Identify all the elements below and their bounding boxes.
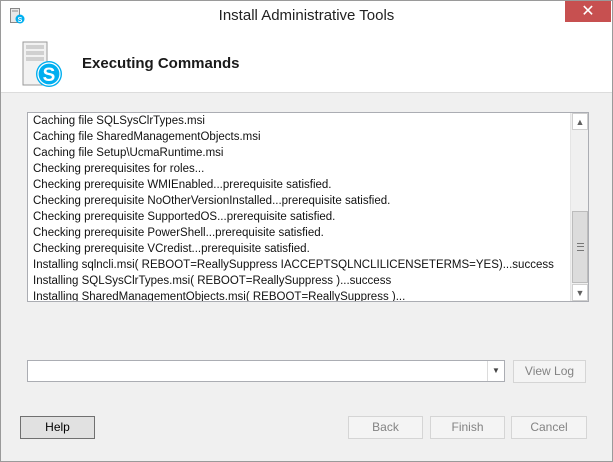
scroll-down-icon[interactable]: ▼ — [572, 284, 588, 301]
log-line: Checking prerequisite PowerShell...prere… — [33, 227, 324, 239]
log-line: Installing SharedManagementObjects.msi( … — [33, 291, 406, 301]
svg-text:S: S — [43, 65, 56, 86]
finish-button[interactable]: Finish — [430, 416, 505, 439]
log-line: Checking prerequisite WMIEnabled...prere… — [33, 179, 332, 191]
log-line: Checking prerequisite NoOtherVersionInst… — [33, 195, 391, 207]
command-log[interactable]: Caching file SQLSysClrTypes.msi Caching … — [27, 112, 589, 302]
view-log-button[interactable]: View Log — [513, 360, 586, 383]
page-title: Executing Commands — [82, 55, 240, 72]
log-line: Installing SQLSysClrTypes.msi( REBOOT=Re… — [33, 275, 392, 287]
grip-icon — [577, 243, 584, 251]
log-line: Checking prerequisite VCredist...prerequ… — [33, 243, 310, 255]
window-title: Install Administrative Tools — [218, 7, 395, 24]
log-line: Caching file SQLSysClrTypes.msi — [33, 115, 205, 127]
log-line: Checking prerequisite SupportedOS...prer… — [33, 211, 336, 223]
log-line: Checking prerequisites for roles... — [33, 163, 205, 175]
scroll-up-icon[interactable]: ▲ — [572, 113, 588, 130]
log-line: Caching file Setup\UcmaRuntime.msi — [33, 147, 224, 159]
scroll-thumb[interactable] — [572, 211, 588, 283]
log-line: Caching file SharedManagementObjects.msi — [33, 131, 261, 143]
log-line: Installing sqlncli.msi( REBOOT=ReallySup… — [33, 259, 554, 271]
chevron-down-icon[interactable]: ▼ — [487, 361, 504, 381]
page-header: S Executing Commands — [1, 31, 612, 93]
help-button[interactable]: Help — [20, 416, 95, 439]
installer-window: S Install Administrative Tools ✕ S Execu… — [0, 0, 613, 462]
log-scrollbar[interactable]: ▲ ▼ — [570, 113, 588, 301]
cancel-button[interactable]: Cancel — [511, 416, 587, 439]
title-bar: S Install Administrative Tools ✕ — [1, 1, 612, 31]
back-button[interactable]: Back — [348, 416, 423, 439]
log-lines: Caching file SQLSysClrTypes.msi Caching … — [33, 113, 565, 301]
skype-server-logo-icon: S — [22, 41, 62, 87]
close-button[interactable]: ✕ — [565, 1, 611, 22]
log-selector-dropdown[interactable]: ▼ — [27, 360, 505, 382]
